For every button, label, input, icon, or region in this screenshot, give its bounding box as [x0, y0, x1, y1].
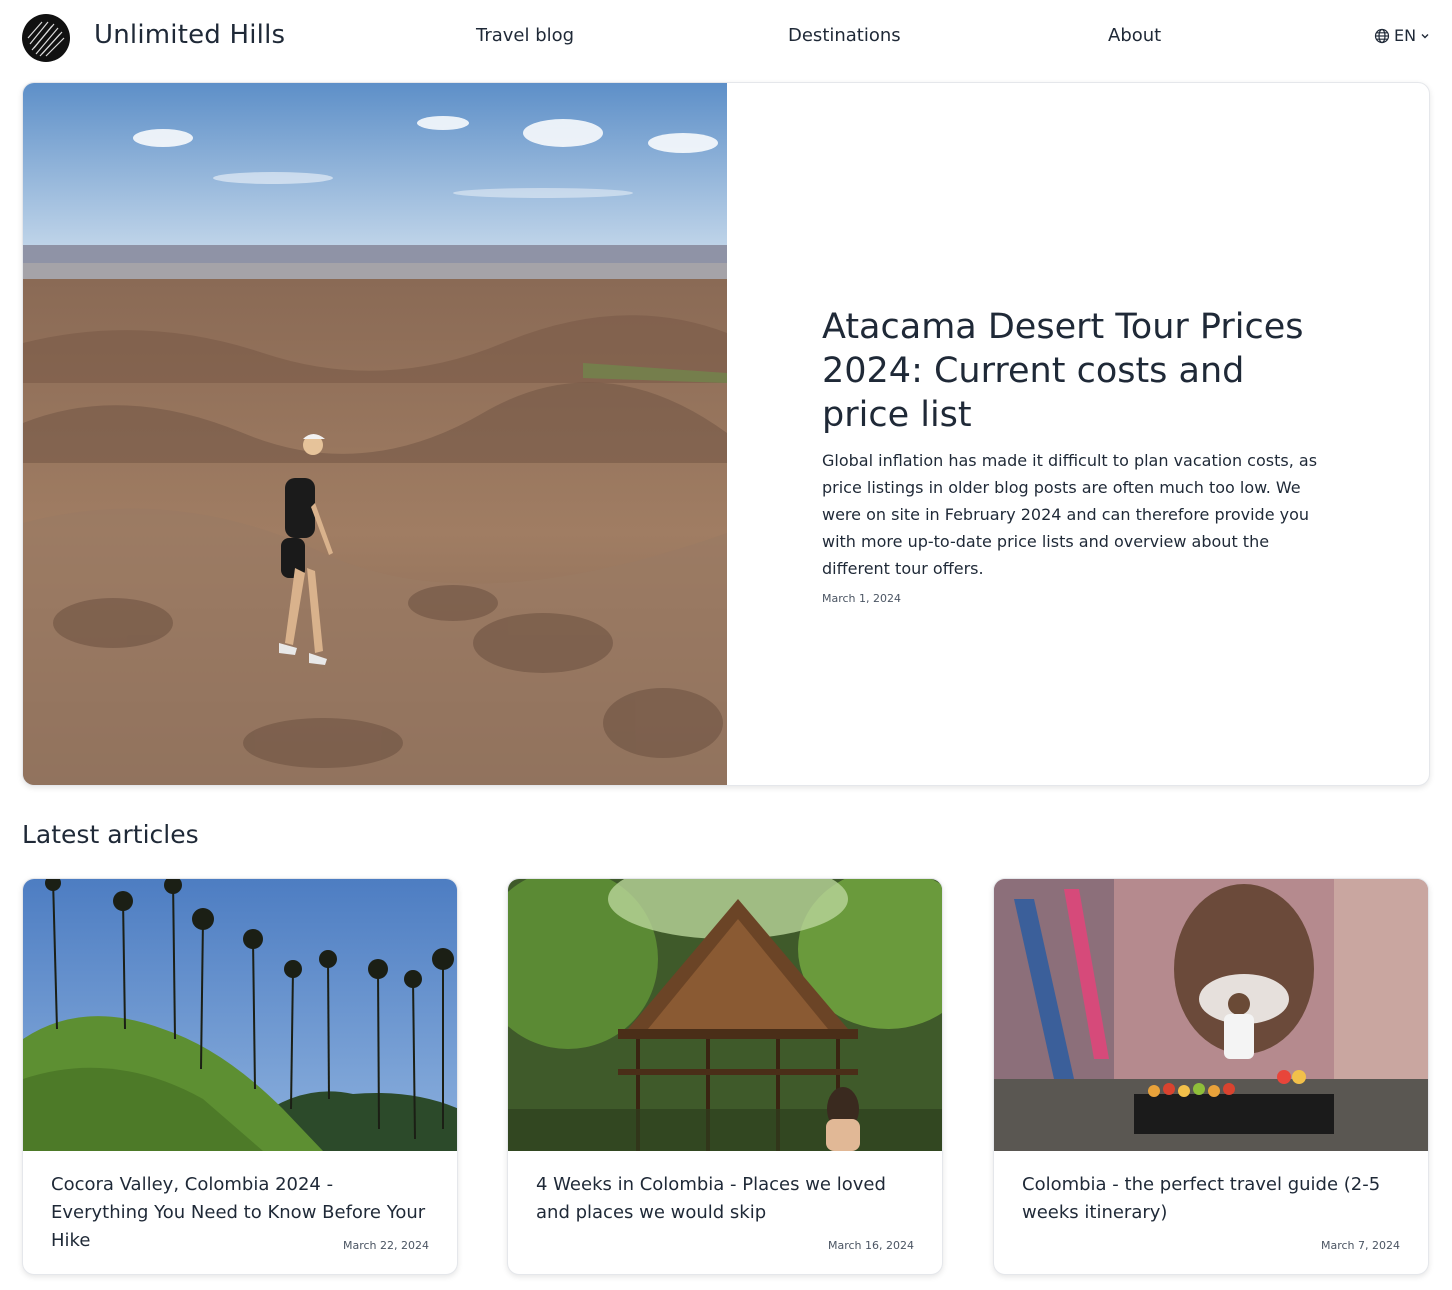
article-card[interactable]: Cocora Valley, Colombia 2024 - Everythin…: [22, 878, 458, 1275]
article-title[interactable]: 4 Weeks in Colombia - Places we loved an…: [536, 1171, 916, 1227]
article-date: March 22, 2024: [342, 1239, 429, 1252]
site-header: Unlimited Hills Travel blog Destinations…: [0, 0, 1452, 76]
featured-post-date: March 1, 2024: [822, 592, 902, 605]
article-image: [23, 879, 457, 1151]
nav-destinations[interactable]: Destinations: [788, 25, 901, 46]
article-date: March 16, 2024: [827, 1239, 914, 1252]
language-label: EN: [1394, 26, 1417, 45]
featured-post-excerpt: Global inflation has made it difficult t…: [822, 451, 1318, 578]
logo-icon[interactable]: [22, 14, 70, 62]
globe-icon: [1374, 28, 1390, 44]
nav-about[interactable]: About: [1108, 25, 1161, 46]
latest-articles-heading: Latest articles: [22, 820, 199, 849]
article-image: [994, 879, 1428, 1151]
featured-post-image: [23, 83, 727, 785]
site-title[interactable]: Unlimited Hills: [94, 20, 285, 50]
article-card[interactable]: 4 Weeks in Colombia - Places we loved an…: [507, 878, 943, 1275]
article-image: [508, 879, 942, 1151]
nav-travel-blog[interactable]: Travel blog: [476, 25, 574, 46]
chevron-down-icon: [1420, 31, 1430, 41]
article-card[interactable]: Colombia - the perfect travel guide (2-5…: [993, 878, 1429, 1275]
language-selector[interactable]: EN: [1374, 26, 1430, 45]
article-title[interactable]: Colombia - the perfect travel guide (2-5…: [1022, 1171, 1402, 1227]
featured-post-card[interactable]: Atacama Desert Tour Prices 2024: Current…: [22, 82, 1430, 786]
article-date: March 7, 2024: [1320, 1239, 1400, 1252]
featured-post-content: Atacama Desert Tour Prices 2024: Current…: [822, 305, 1342, 605]
featured-post-title[interactable]: Atacama Desert Tour Prices 2024: Current…: [822, 305, 1342, 437]
